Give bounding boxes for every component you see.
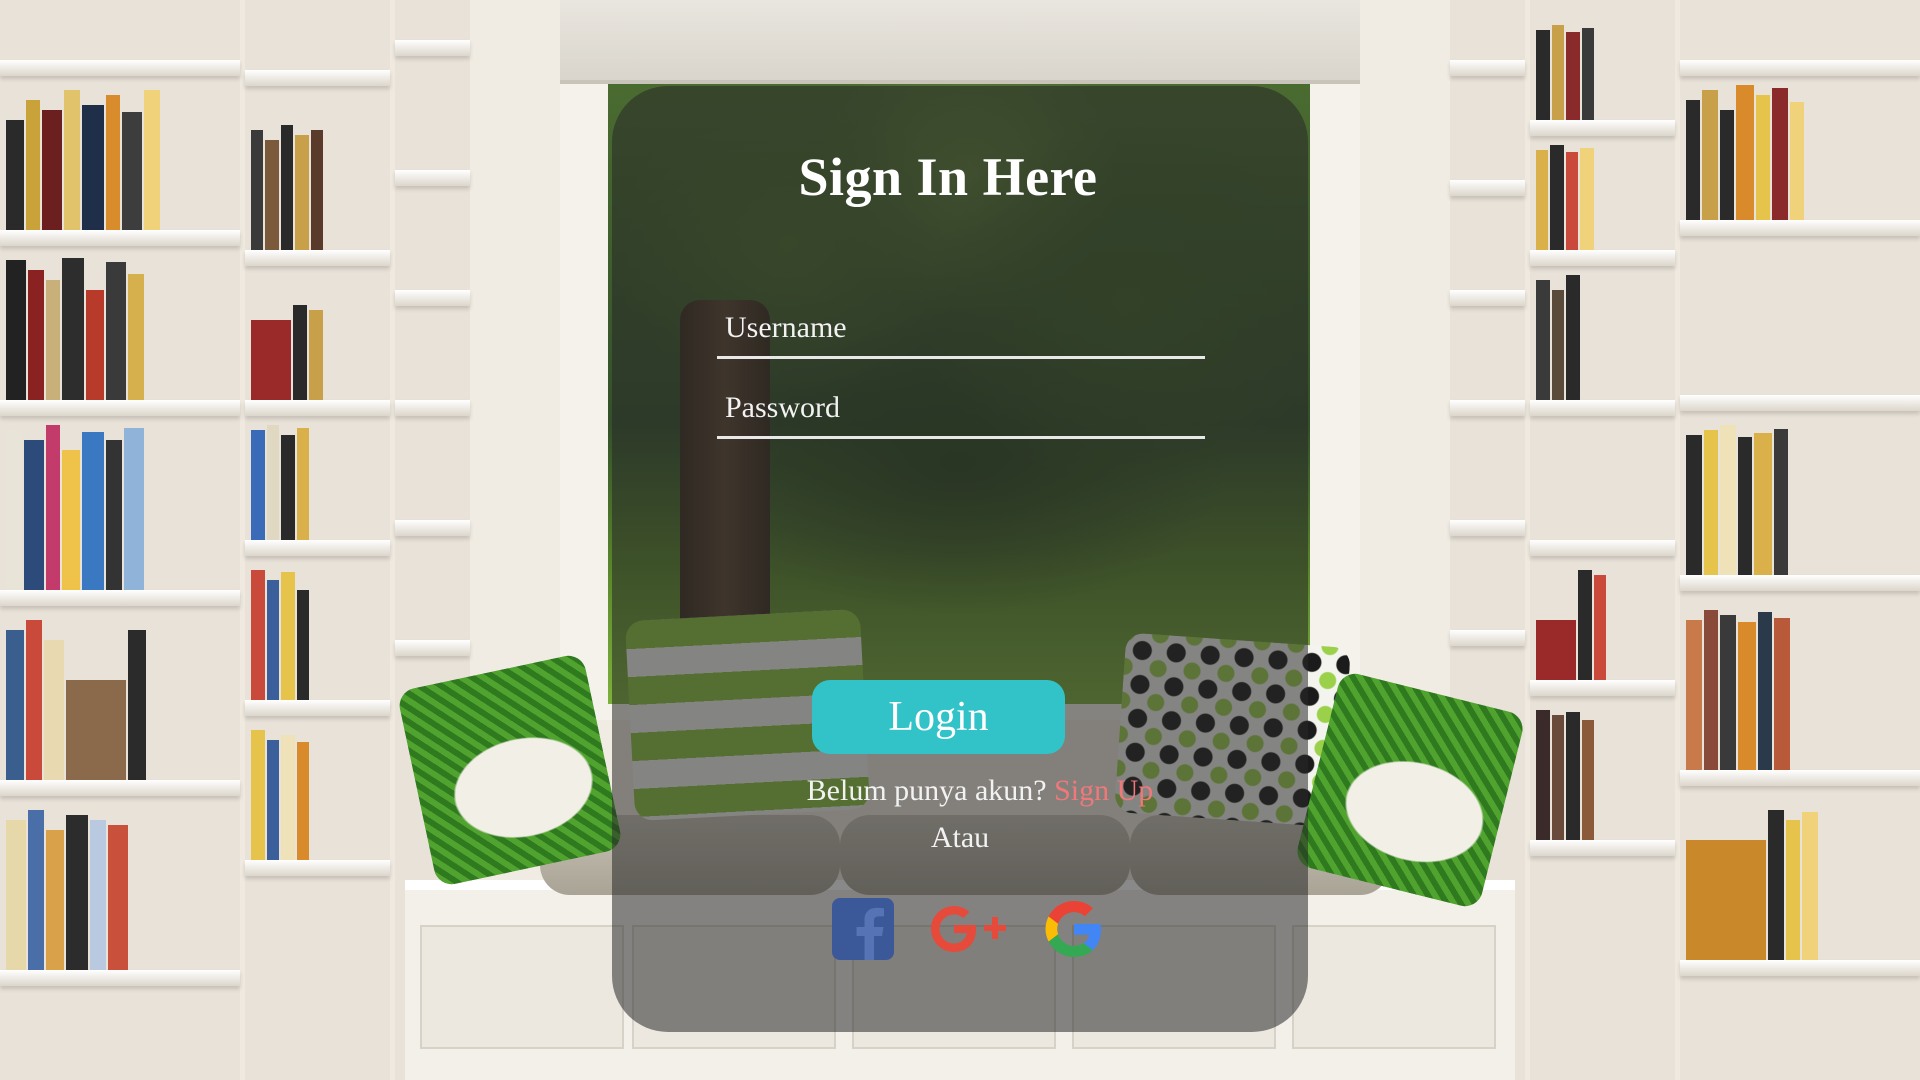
password-field[interactable] <box>717 380 1205 439</box>
social-login-row <box>832 898 1104 960</box>
login-panel: Sign In Here Login Belum punya akun? Sig… <box>612 86 1308 1032</box>
login-button[interactable]: Login <box>812 680 1065 754</box>
window-blind <box>560 0 1360 84</box>
facebook-icon[interactable] <box>832 898 894 960</box>
username-field[interactable] <box>717 300 1205 359</box>
no-account-text: Belum punya akun? <box>806 774 1047 807</box>
signup-prompt: Belum punya akun? Sign Up <box>632 774 1328 808</box>
leaf-pillow <box>396 652 624 888</box>
left-bookshelf-wall <box>0 0 470 1080</box>
page-title: Sign In Here <box>798 147 1098 207</box>
signup-link[interactable]: Sign Up <box>1054 774 1153 807</box>
bookshelf <box>0 0 240 1080</box>
right-bookshelf-wall <box>1450 0 1920 1080</box>
password-input[interactable] <box>717 380 1205 436</box>
google-icon[interactable] <box>1044 899 1104 959</box>
google-plus-icon[interactable] <box>928 901 1010 957</box>
login-screen: Sign In Here Login Belum punya akun? Sig… <box>0 0 1920 1080</box>
username-input[interactable] <box>717 300 1205 356</box>
or-divider-text: Atau <box>930 821 990 854</box>
